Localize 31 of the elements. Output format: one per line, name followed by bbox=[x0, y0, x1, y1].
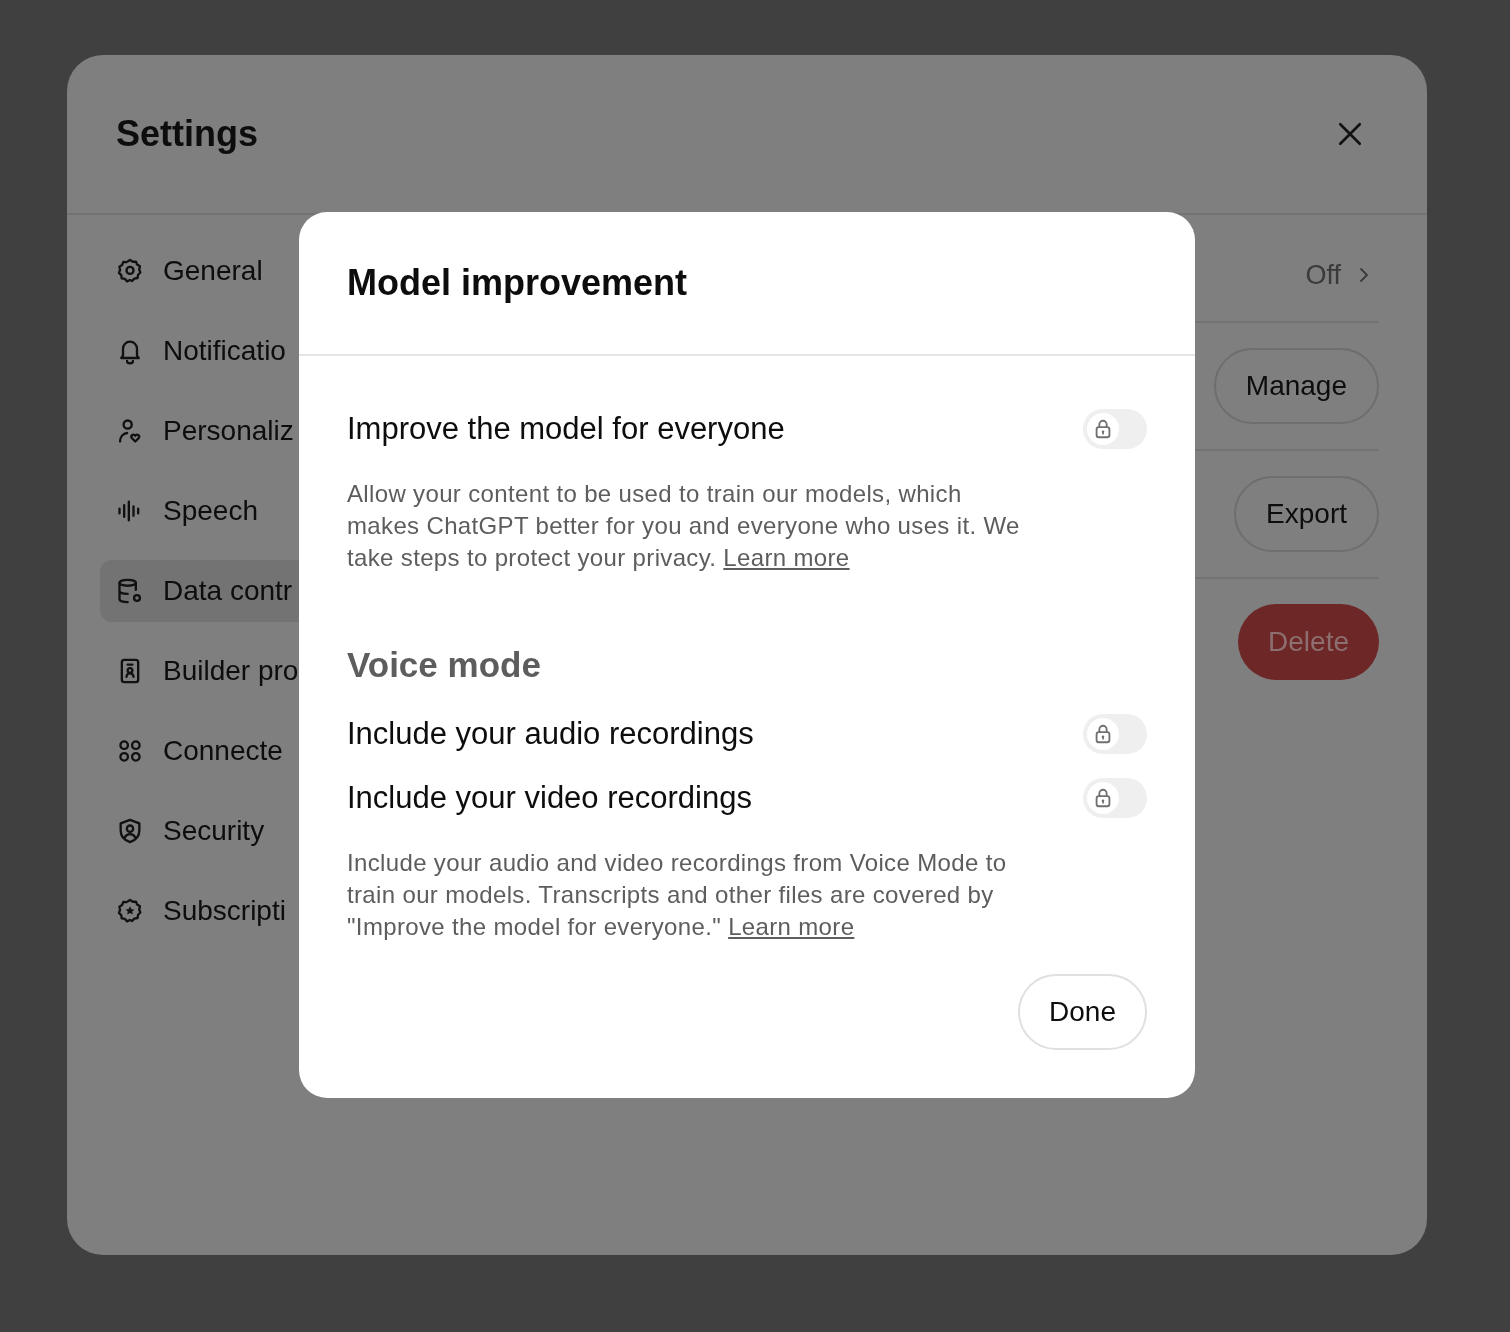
sidebar-item[interactable]: General bbox=[100, 240, 299, 302]
star-badge-icon bbox=[116, 897, 144, 925]
toggle-switch[interactable] bbox=[1083, 714, 1147, 754]
action-button[interactable]: Manage bbox=[1213, 348, 1379, 424]
sidebar-item[interactable]: Builder pro bbox=[100, 640, 299, 702]
settings-title: Settings bbox=[116, 113, 258, 155]
done-button[interactable]: Done bbox=[1018, 974, 1147, 1050]
database-gear-icon bbox=[116, 577, 144, 605]
sidebar-item[interactable]: Security bbox=[100, 800, 299, 862]
action-button[interactable]: Export bbox=[1234, 476, 1379, 552]
sidebar-item[interactable]: Speech bbox=[100, 480, 299, 542]
description-text: Allow your content to be used to train our models, which makes ChatGPT better for you and everyone who uses it. We take steps to protect your privacy. Learn more bbox=[347, 479, 1021, 573]
sidebar-item[interactable]: Notificatio bbox=[100, 320, 299, 382]
value-link[interactable]: Off bbox=[1305, 259, 1379, 291]
learn-more-link[interactable]: Learn more bbox=[723, 544, 850, 571]
sidebar-item[interactable]: Connecte bbox=[100, 720, 299, 782]
close-icon bbox=[1337, 121, 1363, 147]
apps-icon bbox=[116, 737, 144, 765]
sidebar-item[interactable]: Personaliz bbox=[100, 400, 299, 462]
toggle-switch[interactable] bbox=[1083, 778, 1147, 818]
sidebar-item[interactable]: Subscripti bbox=[100, 880, 299, 942]
toggle-switch[interactable] bbox=[1083, 409, 1147, 449]
description-text: Include your audio and video recordings from Voice Mode to train our models. Transcripts and other files are covered by "Improve the model for everyone." Learn more bbox=[347, 848, 1008, 942]
learn-more-link[interactable]: Learn more bbox=[728, 913, 855, 940]
toggle-label: Include your audio recordings bbox=[347, 716, 754, 752]
dialog-title: Model improvement bbox=[347, 262, 688, 304]
sidebar-item[interactable]: Data contr bbox=[100, 560, 299, 622]
toggle-label: Improve the model for everyone bbox=[347, 411, 785, 447]
toggle-label: Include your video recordings bbox=[347, 780, 752, 816]
section-heading: Voice mode bbox=[347, 644, 542, 686]
gear-icon bbox=[116, 257, 144, 285]
